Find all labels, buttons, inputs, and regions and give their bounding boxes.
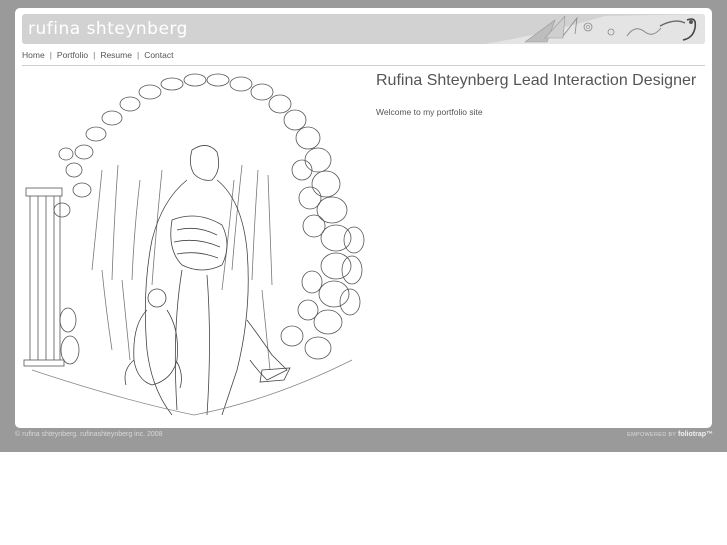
- ground-line: [31, 359, 353, 416]
- reeds: [91, 164, 273, 371]
- main-nav: Home | Portfolio | Resume | Contact: [22, 48, 173, 62]
- site-header: rufina shteynberg: [22, 14, 705, 44]
- header-divider: [22, 65, 705, 66]
- nav-home[interactable]: Home: [22, 50, 45, 60]
- welcome-text: Welcome to my portfolio site: [376, 107, 483, 117]
- hero-illustration: [23, 73, 365, 416]
- footer-powered-by[interactable]: EMPOWERED BY foliotrap™: [627, 431, 713, 438]
- nav-contact[interactable]: Contact: [144, 50, 173, 60]
- powered-label: EMPOWERED BY: [627, 432, 677, 438]
- nav-separator: |: [93, 50, 96, 60]
- nav-resume[interactable]: Resume: [100, 50, 132, 60]
- nav-separator: |: [136, 50, 140, 60]
- header-decoration: [485, 14, 705, 44]
- child-figure: [124, 288, 182, 389]
- site-logo[interactable]: rufina shteynberg: [28, 14, 188, 44]
- column: [23, 187, 80, 367]
- nav-portfolio[interactable]: Portfolio: [57, 50, 88, 60]
- powered-brand[interactable]: foliotrap™: [678, 431, 713, 438]
- nav-separator: |: [49, 50, 52, 60]
- footer-copyright: © rufina shteynberg. rufinashteynberg in…: [15, 431, 163, 438]
- page-title: Rufina Shteynberg Lead Interaction Desig…: [376, 72, 697, 89]
